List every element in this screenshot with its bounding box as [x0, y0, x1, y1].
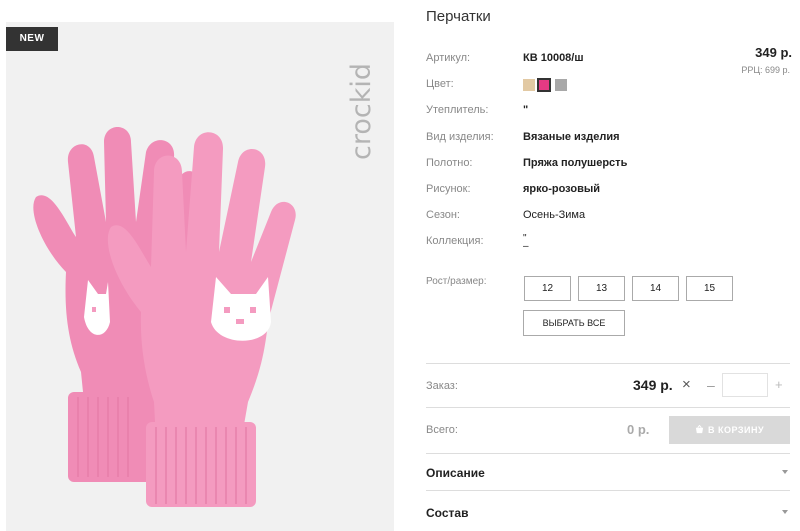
increase-button[interactable]: + — [775, 377, 783, 392]
product-info: Перчатки 349 р. РРЦ: 699 р. Артикул: КВ … — [426, 0, 800, 531]
new-badge: NEW — [6, 27, 58, 51]
spec-label: Утеплитель: — [426, 104, 489, 116]
spec-label: Рисунок: — [426, 183, 471, 195]
color-swatch-beige[interactable] — [523, 79, 535, 91]
total-price: 0 р. — [627, 422, 650, 437]
chevron-down-icon — [782, 470, 788, 474]
size-label: Рост/размер: — [426, 276, 487, 287]
size-option-14[interactable]: 14 — [632, 276, 679, 301]
order-price: 349 р. — [633, 377, 673, 393]
spec-value: " — [523, 104, 529, 116]
total-label: Всего: — [426, 424, 458, 436]
basket-icon — [695, 424, 704, 434]
color-swatch-pink[interactable] — [537, 78, 551, 92]
accordion-composition-label: Состав — [426, 506, 469, 520]
spec-value: Осень-Зима — [523, 209, 586, 221]
size-option-13[interactable]: 13 — [578, 276, 625, 301]
gloves-illustration — [6, 22, 394, 531]
chevron-down-icon — [782, 510, 788, 514]
divider — [426, 453, 790, 454]
product-price: 349 р. — [755, 45, 792, 60]
divider — [426, 407, 790, 408]
spec-label: Полотно: — [426, 157, 473, 169]
size-option-12[interactable]: 12 — [524, 276, 571, 301]
brand-logo: crockid — [346, 20, 386, 170]
divider — [426, 490, 790, 491]
spec-value: Вязаные изделия — [523, 131, 620, 143]
brand-logo-text: crockid — [346, 63, 377, 160]
product-image — [6, 22, 394, 531]
product-title: Перчатки — [426, 8, 491, 25]
select-all-button[interactable]: ВЫБРАТЬ ВСЕ — [523, 310, 625, 336]
order-label: Заказ: — [426, 380, 458, 392]
divider — [426, 363, 790, 364]
quantity-input[interactable] — [722, 373, 768, 397]
remove-icon[interactable]: × — [682, 376, 691, 393]
accordion-description[interactable]: Описание — [426, 466, 790, 480]
spec-label: Цвет: — [426, 78, 454, 90]
decrease-button[interactable]: – — [707, 377, 715, 393]
spec-label: Коллекция: — [426, 235, 484, 247]
spec-value: " – — [523, 233, 529, 252]
add-to-cart-button[interactable]: В КОРЗИНУ — [669, 416, 790, 444]
color-swatch-gray[interactable] — [555, 79, 567, 91]
accordion-composition[interactable]: Состав — [426, 506, 790, 520]
spec-label: Вид изделия: — [426, 131, 494, 143]
spec-value: ярко-розовый — [523, 183, 601, 195]
accordion-description-label: Описание — [426, 466, 485, 480]
spec-label: Артикул: — [426, 52, 471, 64]
spec-value: КВ 10008/ш — [523, 52, 584, 64]
spec-label: Сезон: — [426, 209, 460, 221]
spec-value: Пряжа полушерсть — [523, 157, 628, 169]
size-option-15[interactable]: 15 — [686, 276, 733, 301]
add-to-cart-label: В КОРЗИНУ — [707, 425, 765, 435]
recommended-price: РРЦ: 699 р. — [741, 65, 790, 75]
